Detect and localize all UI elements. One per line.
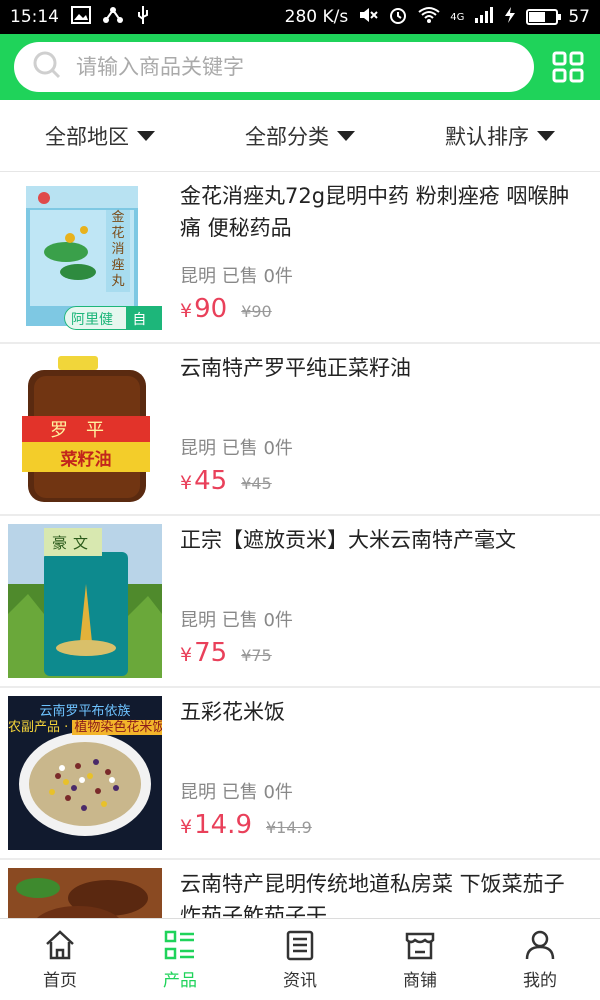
product-title: 金花消痤丸72g昆明中药 粉刺痤疮 咽喉肿痛 便秘药品 — [180, 184, 570, 240]
product-image — [8, 868, 162, 918]
battery-level: 57 — [568, 7, 590, 27]
banner-bottom-a: 农副产品 · — [8, 720, 73, 735]
product-title: 云南特产昆明传统地道私房菜 下饭菜茄子炸茄子鲊茄子干 — [180, 872, 565, 918]
search-input[interactable] — [76, 55, 534, 79]
product-old-price: ¥75 — [241, 646, 272, 665]
self-run-badge: 自营 — [127, 306, 162, 330]
nav-label: 资讯 — [283, 971, 317, 991]
product-title: 云南特产罗平纯正菜籽油 — [180, 356, 411, 380]
product-old-price: ¥14.9 — [265, 818, 312, 837]
product-item[interactable]: 金花消痤丸 阿里健康 自营 金花消痤丸72g昆明中药 粉刺痤疮 咽喉肿痛 便秘药… — [0, 172, 600, 344]
wifi-icon — [418, 6, 440, 29]
bottom-nav: 首页 产品 资讯 商铺 我的 — [0, 918, 600, 1000]
search-header — [0, 34, 600, 100]
dropdown-arrow-icon — [337, 130, 355, 141]
status-bar: 15:14 280 K/s 4G 57 — [0, 0, 600, 34]
news-icon — [286, 930, 314, 961]
dropdown-arrow-icon — [137, 130, 155, 141]
product-image: 金花消痤丸 阿里健康 自营 — [8, 180, 162, 334]
search-box[interactable] — [14, 42, 534, 92]
net-speed: 280 K/s — [284, 7, 349, 27]
product-list: 金花消痤丸 阿里健康 自营 金花消痤丸72g昆明中药 粉刺痤疮 咽喉肿痛 便秘药… — [0, 172, 600, 918]
usb-icon — [135, 5, 151, 29]
product-item[interactable]: 豪文 正宗【遮放贡米】大米云南特产毫文 昆明 已售 0件 ¥75 ¥75 — [0, 516, 600, 688]
product-price: ¥90 — [180, 294, 228, 324]
network-type: 4G — [450, 11, 465, 23]
bottle-brand: 罗平 — [50, 420, 122, 441]
product-old-price: ¥90 — [241, 302, 272, 321]
product-meta: 昆明 已售 0件 — [180, 438, 293, 459]
product-item[interactable]: 云南罗平布依族 农副产品 · 植物染色花米饭 五彩花米饭 昆明 已售 0件 ¥1… — [0, 688, 600, 860]
nav-me[interactable]: 我的 — [480, 919, 600, 1000]
banner-bottom-b: 植物染色花米饭 — [72, 720, 162, 735]
box-text: 金花消痤丸 — [111, 210, 125, 289]
product-title: 正宗【遮放贡米】大米云南特产毫文 — [180, 528, 516, 552]
image-notification-icon — [71, 6, 91, 28]
filter-region[interactable]: 全部地区 — [0, 100, 200, 171]
product-item[interactable]: 云南特产昆明传统地道私房菜 下饭菜茄子炸茄子鲊茄子干 — [0, 860, 600, 918]
alarm-icon — [388, 5, 408, 30]
product-title: 五彩花米饭 — [180, 700, 285, 724]
list-icon — [164, 930, 194, 960]
charging-icon — [504, 6, 516, 29]
nav-label: 首页 — [43, 971, 77, 991]
signal-icon — [474, 6, 494, 29]
status-time: 15:14 — [10, 7, 59, 27]
filter-sort[interactable]: 默认排序 — [400, 100, 600, 171]
product-meta: 昆明 已售 0件 — [180, 782, 293, 803]
shop-icon — [405, 932, 435, 960]
category-grid-button[interactable] — [550, 49, 586, 85]
nav-news[interactable]: 资讯 — [240, 919, 360, 1000]
bottle-label: 菜籽油 — [60, 449, 112, 470]
filter-label: 全部分类 — [245, 124, 329, 149]
filter-label: 默认排序 — [445, 124, 529, 149]
user-icon — [525, 930, 555, 960]
nav-label: 我的 — [523, 971, 557, 991]
nav-label: 产品 — [163, 971, 197, 991]
battery-icon — [526, 9, 562, 25]
product-item[interactable]: 罗平 菜籽油 云南特产罗平纯正菜籽油 昆明 已售 0件 ¥45 ¥45 — [0, 344, 600, 516]
product-image: 罗平 菜籽油 — [8, 352, 162, 506]
product-price: ¥45 — [180, 466, 228, 496]
home-icon — [46, 930, 74, 960]
rice-brand: 豪文 — [51, 533, 94, 552]
nav-shop[interactable]: 商铺 — [360, 919, 480, 1000]
product-price: ¥75 — [180, 638, 228, 668]
nav-label: 商铺 — [403, 971, 437, 991]
nav-products[interactable]: 产品 — [120, 919, 240, 1000]
dropdown-arrow-icon — [537, 130, 555, 141]
product-price: ¥14.9 — [180, 810, 252, 840]
filter-bar: 全部地区 全部分类 默认排序 — [0, 100, 600, 172]
filter-category[interactable]: 全部分类 — [200, 100, 400, 171]
share-icon — [103, 6, 123, 28]
product-meta: 昆明 已售 0件 — [180, 266, 293, 287]
store-badge: 阿里健康 — [64, 306, 128, 330]
product-image: 云南罗平布依族 农副产品 · 植物染色花米饭 — [8, 696, 162, 850]
mute-icon — [358, 6, 378, 29]
search-icon — [32, 50, 62, 84]
product-meta: 昆明 已售 0件 — [180, 610, 293, 631]
product-old-price: ¥45 — [241, 474, 272, 493]
nav-home[interactable]: 首页 — [0, 919, 120, 1000]
product-image: 豪文 — [8, 524, 162, 678]
grid-icon — [552, 51, 584, 83]
filter-label: 全部地区 — [45, 124, 129, 149]
